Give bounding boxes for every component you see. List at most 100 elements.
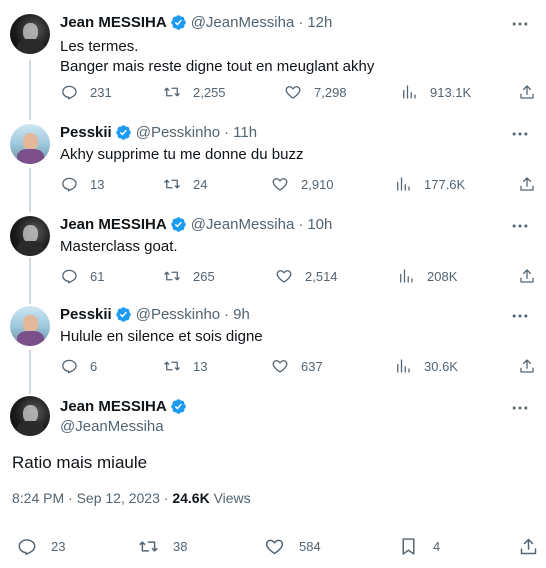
author-name[interactable]: Jean MESSIHA <box>60 398 167 415</box>
tweet[interactable]: Jean MESSIHA @JeanMessiha · 10h Mastercl… <box>0 202 546 294</box>
reply-icon <box>62 359 77 374</box>
author-name[interactable]: Jean MESSIHA <box>60 14 167 31</box>
like-count: 7,298 <box>314 84 347 100</box>
tweet-text-line: Hulule en silence et sois digne <box>60 328 263 345</box>
retweet-button[interactable]: 265 <box>163 266 215 286</box>
reply-button[interactable]: 61 <box>60 266 104 286</box>
action-bar: 23 38 584 4 <box>12 536 539 558</box>
action-bar: 61 265 2,514 208K <box>60 266 536 286</box>
author-name-row: Jean MESSIHA <box>60 398 187 415</box>
share-button[interactable] <box>518 356 536 376</box>
author-handle[interactable]: @JeanMessiha <box>60 418 164 435</box>
reply-count: 6 <box>90 358 98 374</box>
views-button[interactable]: 30.6K <box>394 356 458 376</box>
timestamp[interactable]: 10h <box>307 216 332 233</box>
views-label: Views <box>209 490 251 506</box>
views-count: 24.6K <box>172 490 210 506</box>
tweet-datetime[interactable]: 8:24 PM · Sep 12, 2023 · <box>12 490 172 506</box>
like-count: 637 <box>301 358 323 374</box>
views-button[interactable]: 913.1K <box>400 82 471 102</box>
verified-icon <box>170 399 186 414</box>
more-icon[interactable] <box>510 216 530 236</box>
tweet-header: Pesskii @Pesskinho · 9h <box>60 306 250 323</box>
views-icon <box>397 359 410 373</box>
separator: · <box>224 124 230 141</box>
timestamp[interactable]: 9h <box>233 306 250 323</box>
retweet-button[interactable]: 13 <box>163 356 207 376</box>
share-button[interactable] <box>518 82 536 102</box>
retweet-icon <box>139 540 158 552</box>
reply-button[interactable]: 6 <box>60 356 97 376</box>
avatar[interactable] <box>10 396 50 436</box>
retweet-count: 24 <box>193 176 208 192</box>
retweet-icon <box>164 87 180 97</box>
verified-icon <box>115 307 131 322</box>
tweet[interactable]: Jean MESSIHA @JeanMessiha · 12h Les term… <box>0 0 546 110</box>
tweet-text: Hulule en silence et sois digne <box>60 327 263 347</box>
timestamp[interactable]: 11h <box>233 124 257 141</box>
avatar[interactable] <box>10 14 50 54</box>
author-name[interactable]: Jean MESSIHA <box>60 216 167 233</box>
share-button[interactable] <box>518 174 536 194</box>
author-handle[interactable]: @Pesskinho <box>136 124 220 141</box>
avatar[interactable] <box>10 306 50 346</box>
like-icon <box>272 360 288 373</box>
author-handle[interactable]: @JeanMessiha <box>191 14 295 31</box>
share-button[interactable] <box>518 536 539 556</box>
verified-icon <box>170 15 186 30</box>
bookmark-count: 4 <box>433 538 441 554</box>
share-button[interactable] <box>518 266 536 286</box>
like-button[interactable]: 2,514 <box>275 266 338 286</box>
views-button[interactable]: 177.6K <box>394 174 465 194</box>
share-icon <box>520 538 537 554</box>
views-button[interactable]: 208K <box>397 266 457 286</box>
retweet-button[interactable]: 38 <box>138 536 187 556</box>
tweet-text-line: Akhy supprime tu me donne du buzz <box>60 146 304 163</box>
author-handle[interactable]: @JeanMessiha <box>191 216 295 233</box>
like-button[interactable]: 2,910 <box>271 174 334 194</box>
tweet-text-line: Banger mais reste digne tout en meuglant… <box>60 58 375 75</box>
like-button[interactable]: 637 <box>271 356 323 376</box>
retweet-button[interactable]: 2,255 <box>163 82 226 102</box>
retweet-count: 2,255 <box>193 84 226 100</box>
retweet-button[interactable]: 24 <box>163 174 207 194</box>
reply-count: 231 <box>90 84 112 100</box>
bookmark-button[interactable]: 4 <box>398 536 440 556</box>
like-icon <box>276 270 292 283</box>
author-handle[interactable]: @Pesskinho <box>136 306 220 323</box>
action-bar: 6 13 637 30.6K <box>60 356 536 376</box>
separator: · <box>224 306 230 323</box>
timestamp[interactable]: 12h <box>307 14 332 31</box>
views-count: 913.1K <box>430 84 472 100</box>
more-icon[interactable] <box>510 398 530 418</box>
reply-button[interactable]: 231 <box>60 82 112 102</box>
like-count: 2,910 <box>301 176 334 192</box>
retweet-count: 265 <box>193 268 215 284</box>
reply-button[interactable]: 13 <box>60 174 104 194</box>
author-name[interactable]: Pesskii <box>60 306 112 323</box>
like-button[interactable]: 7,298 <box>284 82 347 102</box>
action-bar: 231 2,255 7,298 913.1K <box>60 82 536 102</box>
tweet-text-line: Masterclass goat. <box>60 238 178 255</box>
separator: · <box>298 216 304 233</box>
reply-count: 61 <box>90 268 105 284</box>
author-name[interactable]: Pesskii <box>60 124 112 141</box>
reply-button[interactable]: 23 <box>16 536 65 556</box>
views-icon <box>397 177 410 191</box>
like-count: 2,514 <box>305 268 338 284</box>
tweet-text-line: Les termes. <box>60 38 139 55</box>
separator: · <box>298 14 304 31</box>
more-icon[interactable] <box>510 124 530 144</box>
share-icon <box>520 177 534 191</box>
tweet[interactable]: Pesskii @Pesskinho · 11h Akhy supprime t… <box>0 110 546 202</box>
like-button[interactable]: 584 <box>264 536 321 556</box>
tweet[interactable]: Pesskii @Pesskinho · 9h Hulule en silenc… <box>0 294 546 386</box>
reply-icon <box>62 269 77 284</box>
more-icon[interactable] <box>510 14 530 34</box>
tweet-text: Akhy supprime tu me donne du buzz <box>60 145 303 165</box>
views-count: 208K <box>427 268 458 284</box>
avatar[interactable] <box>10 216 50 256</box>
avatar[interactable] <box>10 124 50 164</box>
action-bar: 13 24 2,910 177.6K <box>60 174 536 194</box>
more-icon[interactable] <box>510 306 530 326</box>
